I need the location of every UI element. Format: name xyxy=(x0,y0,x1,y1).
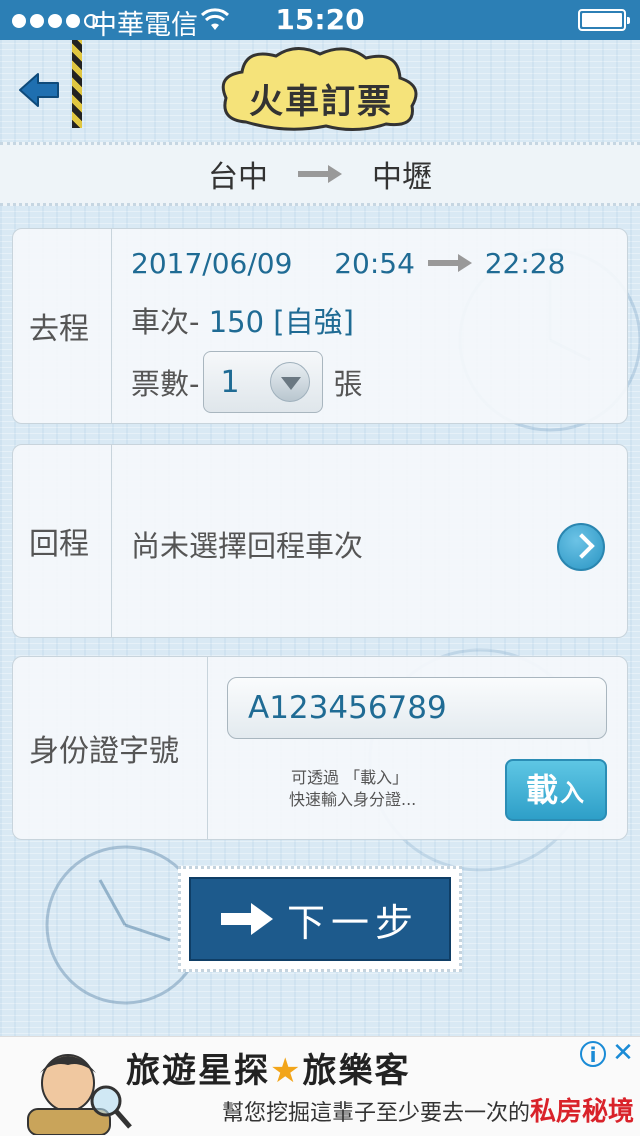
id-hint-line1: 可透過 「載入」 xyxy=(291,768,409,787)
back-button[interactable] xyxy=(18,70,62,110)
time-arrow-icon xyxy=(427,254,472,272)
return-card[interactable]: 回程 尚未選擇回程車次 xyxy=(12,444,628,638)
chevron-down-icon xyxy=(270,362,311,402)
status-time: 15:20 xyxy=(275,3,365,36)
chevron-right-icon[interactable] xyxy=(557,523,605,571)
crossing-pole-icon xyxy=(72,40,82,128)
next-button-frame: 下一步 xyxy=(178,866,462,972)
outbound-date: 2017/06/09 xyxy=(131,247,293,280)
id-load-hint: 可透過 「載入」 快速輸入身分證... xyxy=(289,767,416,811)
ad-subline: 幫您挖掘這輩子至少要去一次的私房秘境 xyxy=(222,1091,634,1128)
ad-brand: 旅樂客 xyxy=(302,1051,411,1091)
id-hint-line2: 快速輸入身分證... xyxy=(289,790,417,809)
load-button[interactable]: 載入 xyxy=(505,759,607,821)
return-label: 回程 xyxy=(13,445,112,637)
outbound-train: 車次- 150 [自強] xyxy=(131,299,354,341)
header: 火車訂票 xyxy=(0,40,640,140)
ad-headline-text: 旅遊星探 xyxy=(126,1051,270,1091)
ad-subline-text: 幫您挖掘這輩子至少要去一次的 xyxy=(222,1101,531,1126)
outbound-depart-time: 20:54 xyxy=(334,247,415,280)
right-arrow-icon xyxy=(220,903,273,935)
page-title: 火車訂票 xyxy=(249,82,393,122)
ticket-count-row: 票數- 1 張 xyxy=(131,351,362,413)
next-step-button[interactable]: 下一步 xyxy=(189,877,451,961)
next-step-label: 下一步 xyxy=(286,900,419,945)
return-hint: 尚未選擇回程車次 xyxy=(131,529,364,563)
close-icon[interactable]: ✕ xyxy=(610,1040,636,1067)
outbound-schedule: 2017/06/09 20:54 22:28 xyxy=(131,247,565,280)
load-label-small: 入 xyxy=(560,779,586,807)
battery-icon xyxy=(578,9,630,31)
id-number-field[interactable]: A123456789 xyxy=(227,677,607,739)
outbound-arrive-time: 22:28 xyxy=(484,247,566,280)
route-origin: 台中 xyxy=(208,160,268,195)
ad-banner[interactable]: 旅遊星探★旅樂客 幫您挖掘這輩子至少要去一次的私房秘境 i ✕ xyxy=(0,1036,640,1136)
load-label-big: 載 xyxy=(525,771,560,809)
route-arrow-icon xyxy=(298,165,342,183)
star-icon: ★ xyxy=(270,1051,303,1091)
outbound-card: 去程 2017/06/09 20:54 22:28 車次- 150 [自強] 票… xyxy=(12,228,628,424)
id-card: 身份證字號 A123456789 可透過 「載入」 快速輸入身分證... 載入 xyxy=(12,656,628,840)
outbound-label: 去程 xyxy=(13,229,112,423)
info-icon[interactable]: i xyxy=(580,1041,606,1067)
tickets-suffix: 張 xyxy=(333,367,363,401)
route-destination: 中壢 xyxy=(372,160,432,195)
status-bar: 中華電信 15:20 xyxy=(0,0,640,41)
id-label: 身份證字號 xyxy=(13,657,208,839)
train-prefix: 車次- xyxy=(131,305,200,339)
ticket-quantity-select[interactable]: 1 xyxy=(203,351,324,413)
ticket-quantity-value: 1 xyxy=(220,364,240,400)
tickets-prefix: 票數- xyxy=(131,367,200,401)
back-arrow-icon xyxy=(19,73,59,107)
train-type: [自強] xyxy=(273,305,354,339)
detective-mascot-icon xyxy=(27,1054,132,1135)
ad-subline-highlight: 私房秘境 xyxy=(530,1097,635,1127)
route-summary: 台中 中壢 xyxy=(0,142,640,206)
train-number: 150 xyxy=(208,305,265,339)
ad-headline: 旅遊星探★旅樂客 xyxy=(126,1043,410,1092)
